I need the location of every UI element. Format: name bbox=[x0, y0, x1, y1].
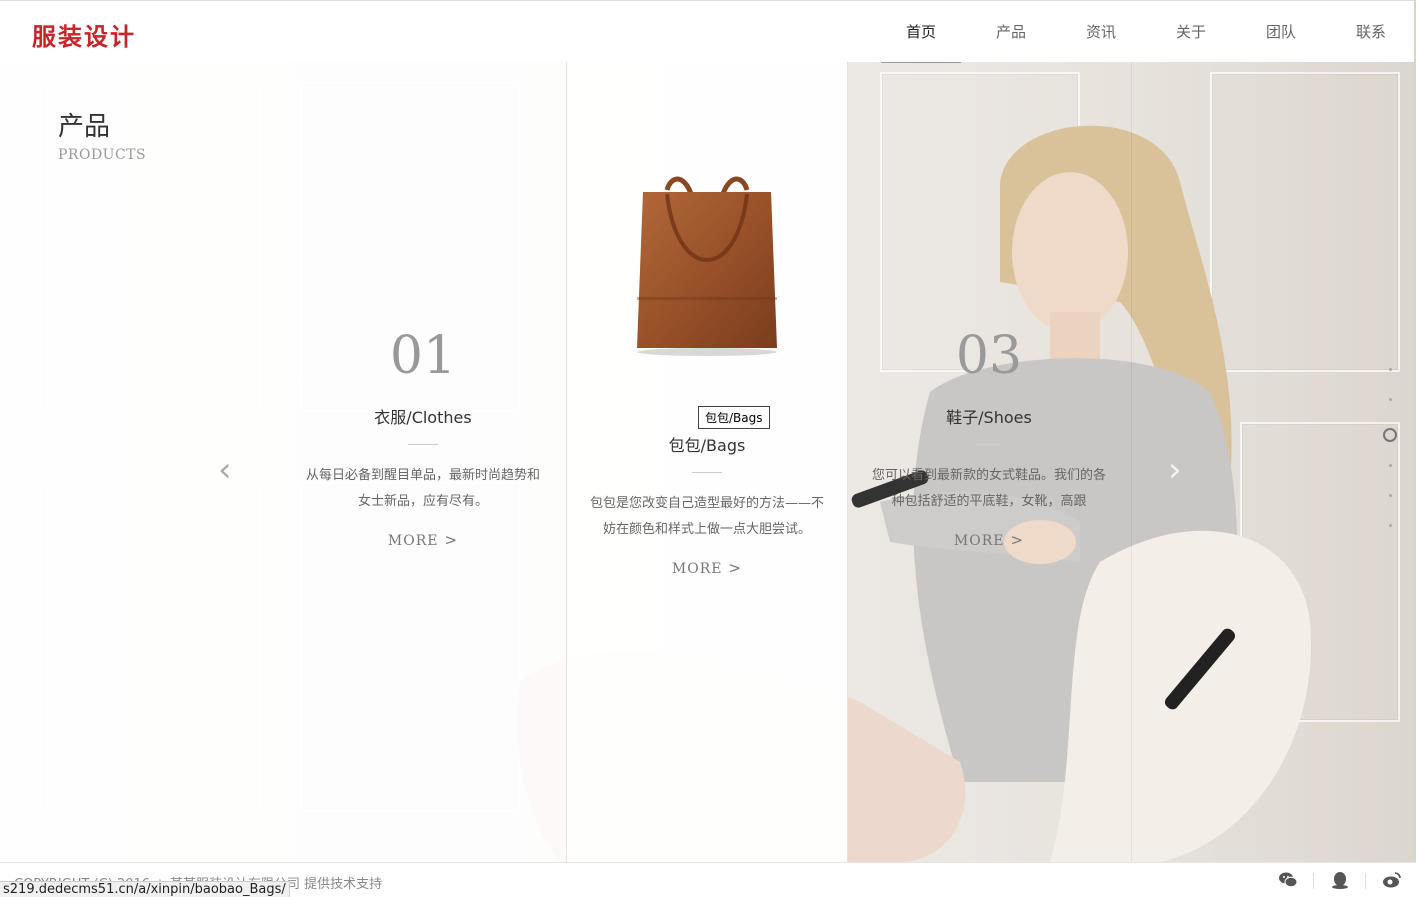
chevron-right-icon: > bbox=[444, 531, 459, 549]
wechat-icon[interactable] bbox=[1278, 871, 1298, 889]
product-number: 01 bbox=[389, 326, 457, 386]
section-heading: 产品 bbox=[58, 112, 111, 142]
site-footer: COPYRIGHT (C) 2016 ☆ 某某服装设计有限公司 提供技术支持 s… bbox=[0, 862, 1416, 897]
product-card-bags[interactable]: 包包/Bags 包包是您改变自己造型最好的方法——不妨在颜色和样式上做一点大胆尝… bbox=[566, 162, 848, 577]
products-stage: 产品 PRODUCTS 01 衣服/Clothes 从每日必备到醒目单品，最新时… bbox=[0, 62, 1416, 862]
nav-item-about[interactable]: 关于 bbox=[1146, 1, 1236, 63]
chevron-right-icon: > bbox=[1010, 531, 1025, 549]
page-dot-active[interactable] bbox=[1383, 428, 1397, 442]
product-description: 您可以看到最新款的女式鞋品。我们的各种包括舒适的平底鞋，女靴，高跟 bbox=[871, 468, 1106, 509]
product-card-clothes[interactable]: 01 衣服/Clothes 从每日必备到醒目单品，最新时尚趋势和女士新品，应有尽… bbox=[282, 330, 564, 549]
page-dot[interactable] bbox=[1388, 464, 1392, 467]
section-subheading: PRODUCTS bbox=[58, 147, 147, 163]
product-card-shoes[interactable]: 03 鞋子/Shoes 您可以看到最新款的女式鞋品。我们的各种包括舒适的平底鞋，… bbox=[848, 330, 1130, 549]
carousel-prev-icon[interactable]: ‹ bbox=[218, 450, 232, 490]
column-divider bbox=[1131, 62, 1132, 862]
product-number: 03 bbox=[955, 326, 1023, 386]
product-name[interactable]: 鞋子/Shoes bbox=[848, 404, 1130, 428]
product-description: 包包是您改变自己造型最好的方法——不妨在颜色和样式上做一点大胆尝试。 bbox=[589, 496, 824, 537]
divider bbox=[974, 444, 1004, 445]
nav-item-news[interactable]: 资讯 bbox=[1056, 1, 1146, 63]
nav-item-products[interactable]: 产品 bbox=[966, 1, 1056, 63]
image-tooltip: 包包/Bags bbox=[698, 406, 770, 429]
site-header: 服装设计 首页 产品 资讯 关于 团队 联系 bbox=[0, 0, 1416, 63]
page-dot[interactable] bbox=[1388, 494, 1392, 497]
carousel-next-icon[interactable]: › bbox=[1168, 450, 1182, 490]
main-nav: 首页 产品 资讯 关于 团队 联系 bbox=[876, 1, 1416, 63]
page-dot[interactable] bbox=[1388, 398, 1392, 401]
social-icons bbox=[1246, 871, 1402, 889]
product-name[interactable]: 衣服/Clothes bbox=[282, 404, 564, 428]
nav-item-home[interactable]: 首页 bbox=[876, 1, 966, 63]
weibo-icon[interactable] bbox=[1365, 871, 1402, 889]
product-description: 从每日必备到醒目单品，最新时尚趋势和女士新品，应有尽有。 bbox=[305, 468, 540, 509]
more-link[interactable]: MORE > bbox=[566, 559, 848, 577]
bag-image[interactable] bbox=[607, 162, 807, 362]
section-title: 产品 PRODUCTS bbox=[58, 106, 146, 163]
browser-status-url: s219.dedecms51.cn/a/xinpin/baobao_Bags/ bbox=[0, 881, 290, 897]
more-link[interactable]: MORE > bbox=[282, 531, 564, 549]
qq-icon[interactable] bbox=[1313, 871, 1350, 889]
more-link[interactable]: MORE > bbox=[848, 531, 1130, 549]
site-logo[interactable]: 服装设计 bbox=[32, 17, 136, 52]
divider bbox=[692, 472, 722, 473]
divider bbox=[408, 444, 438, 445]
page-indicator bbox=[1382, 368, 1398, 554]
page-dot[interactable] bbox=[1388, 524, 1392, 527]
chevron-right-icon: > bbox=[728, 559, 743, 577]
product-name[interactable]: 包包/Bags bbox=[566, 432, 848, 456]
page-dot[interactable] bbox=[1388, 368, 1392, 371]
nav-item-contact[interactable]: 联系 bbox=[1326, 1, 1416, 63]
nav-item-team[interactable]: 团队 bbox=[1236, 1, 1326, 63]
